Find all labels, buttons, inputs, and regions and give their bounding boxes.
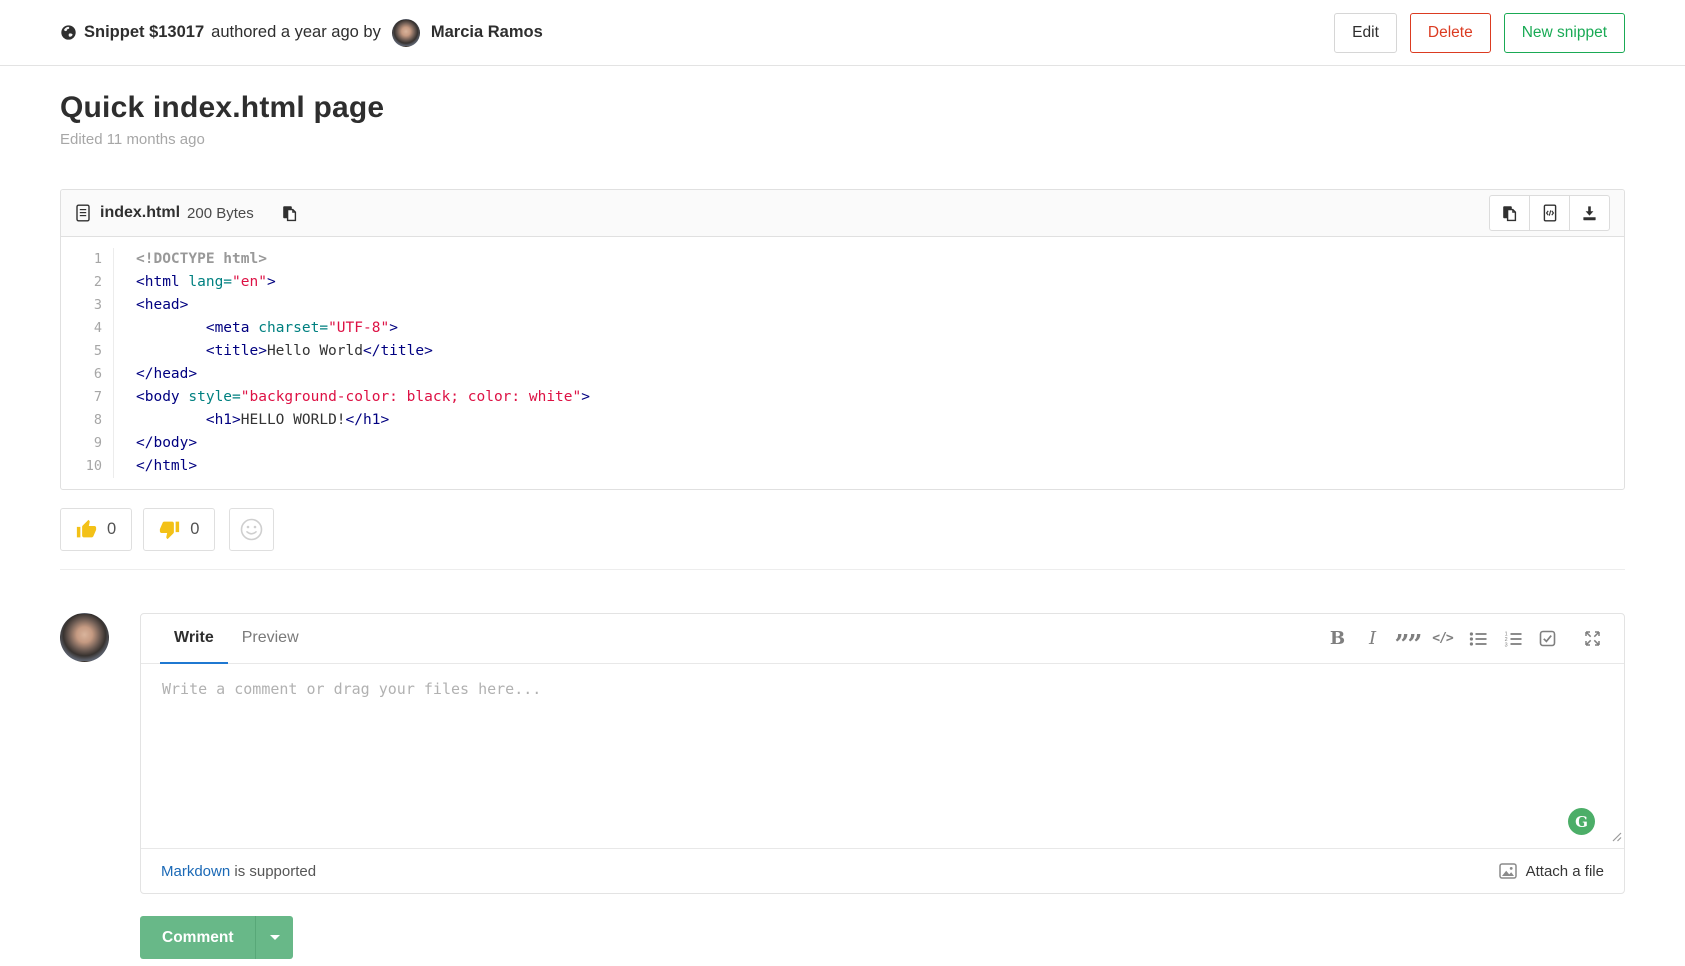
line-number[interactable]: 7 <box>61 386 102 409</box>
line-number[interactable]: 2 <box>61 271 102 294</box>
code-viewer: 12345678910 <!DOCTYPE html><html lang="e… <box>61 237 1624 489</box>
copy-file-path-button[interactable] <box>281 205 298 222</box>
code-line: <body style="background-color: black; co… <box>136 386 1624 409</box>
file-size: 200 Bytes <box>187 205 254 222</box>
open-raw-button[interactable] <box>1529 195 1570 231</box>
code-line: <h1>HELLO WORLD!</h1> <box>136 409 1624 432</box>
new-snippet-button[interactable]: New snippet <box>1504 13 1625 53</box>
line-number[interactable]: 8 <box>61 409 102 432</box>
code-line: </head> <box>136 363 1624 386</box>
file-actions-group <box>1489 195 1610 231</box>
snippet-meta-bar: Snippet $13017 authored a year ago by Ma… <box>0 0 1685 66</box>
markdown-suffix: is supported <box>230 863 316 880</box>
svg-text:3: 3 <box>1504 642 1507 647</box>
line-number[interactable]: 3 <box>61 294 102 317</box>
current-user-avatar <box>60 613 109 662</box>
thumbs-up-button[interactable]: 0 <box>60 508 132 551</box>
code-line: <meta charset="UTF-8"> <box>136 317 1624 340</box>
line-number[interactable]: 1 <box>61 248 102 271</box>
file-name: index.html <box>100 204 180 222</box>
code-line: <html lang="en"> <box>136 271 1624 294</box>
thumbs-up-count: 0 <box>107 520 116 539</box>
line-number[interactable]: 4 <box>61 317 102 340</box>
comment-input[interactable] <box>141 664 1624 848</box>
comment-form: Write Preview B I ”” </> <box>60 613 1625 894</box>
copy-contents-icon <box>1501 205 1518 222</box>
code-lines: <!DOCTYPE html><html lang="en"><head> <m… <box>114 248 1624 478</box>
resize-handle-icon[interactable] <box>1611 829 1622 846</box>
markdown-link[interactable]: Markdown <box>161 863 230 880</box>
attach-file-label: Attach a file <box>1526 863 1604 880</box>
comment-body: G <box>141 664 1624 848</box>
thumbs-down-count: 0 <box>190 520 199 539</box>
code-line: <head> <box>136 294 1624 317</box>
line-numbers: 12345678910 <box>61 248 114 478</box>
comment-submit-button[interactable]: Comment <box>140 916 256 959</box>
quote-icon[interactable]: ”” <box>1390 614 1425 663</box>
authored-text: authored a year ago by <box>211 23 381 42</box>
file-document-icon <box>75 204 91 222</box>
copy-contents-button[interactable] <box>1489 195 1530 231</box>
attach-image-icon <box>1499 863 1517 879</box>
grammarly-icon[interactable]: G <box>1568 808 1595 835</box>
comment-tabs: Write Preview <box>160 614 313 663</box>
bullet-list-icon[interactable] <box>1460 614 1495 663</box>
code-line: <!DOCTYPE html> <box>136 248 1624 271</box>
file-card: index.html 200 Bytes <box>60 189 1625 490</box>
tab-preview[interactable]: Preview <box>228 614 313 664</box>
edited-timestamp: Edited 11 months ago <box>60 131 1625 148</box>
comment-box: Write Preview B I ”” </> <box>140 613 1625 894</box>
file-header: index.html 200 Bytes <box>61 190 1624 237</box>
edit-button[interactable]: Edit <box>1334 13 1397 53</box>
code-line: </body> <box>136 432 1624 455</box>
snippet-actions: Edit Delete New snippet <box>1334 13 1625 53</box>
comment-box-header: Write Preview B I ”” </> <box>141 614 1624 664</box>
fullscreen-icon[interactable] <box>1575 614 1610 663</box>
code-icon[interactable]: </> <box>1425 614 1460 663</box>
code-line: <title>Hello World</title> <box>136 340 1624 363</box>
numbered-list-icon[interactable]: 1 2 3 <box>1495 614 1530 663</box>
comment-options-dropdown[interactable] <box>256 916 293 959</box>
chevron-down-icon <box>270 935 280 940</box>
snippet-meta: Snippet $13017 authored a year ago by Ma… <box>60 19 543 47</box>
page-title: Quick index.html page <box>60 91 1625 125</box>
author-avatar[interactable] <box>392 19 420 47</box>
markdown-toolbar: B I ”” </> <box>1320 614 1618 663</box>
awards-section: 0 0 <box>60 508 1625 570</box>
snippet-page: Quick index.html page Edited 11 months a… <box>0 91 1685 959</box>
attach-file-button[interactable]: Attach a file <box>1499 863 1604 880</box>
download-icon <box>1581 205 1598 222</box>
smiley-icon <box>240 518 263 541</box>
line-number[interactable]: 5 <box>61 340 102 363</box>
author-name[interactable]: Marcia Ramos <box>431 23 543 42</box>
thumbs-up-emoji <box>76 519 97 540</box>
open-raw-icon <box>1542 204 1558 222</box>
line-number[interactable]: 9 <box>61 432 102 455</box>
globe-icon <box>60 24 77 41</box>
copy-icon <box>281 205 298 222</box>
markdown-support-text: Markdown is supported <box>161 863 316 880</box>
thumbs-down-emoji <box>159 519 180 540</box>
line-number[interactable]: 10 <box>61 455 102 478</box>
thumbs-down-button[interactable]: 0 <box>143 508 215 551</box>
line-number[interactable]: 6 <box>61 363 102 386</box>
delete-button[interactable]: Delete <box>1410 13 1491 53</box>
comment-box-footer: Markdown is supported Attach a file <box>141 848 1624 893</box>
task-list-icon[interactable] <box>1530 614 1565 663</box>
snippet-id: Snippet $13017 <box>84 23 204 42</box>
add-reaction-button[interactable] <box>229 508 274 551</box>
download-button[interactable] <box>1569 195 1610 231</box>
tab-write[interactable]: Write <box>160 614 228 664</box>
comment-submit-split-button[interactable]: Comment <box>140 916 293 959</box>
code-line: </html> <box>136 455 1624 478</box>
italic-icon[interactable]: I <box>1355 614 1390 663</box>
comment-submit-row: Comment <box>140 916 1625 959</box>
bold-icon[interactable]: B <box>1320 614 1355 663</box>
